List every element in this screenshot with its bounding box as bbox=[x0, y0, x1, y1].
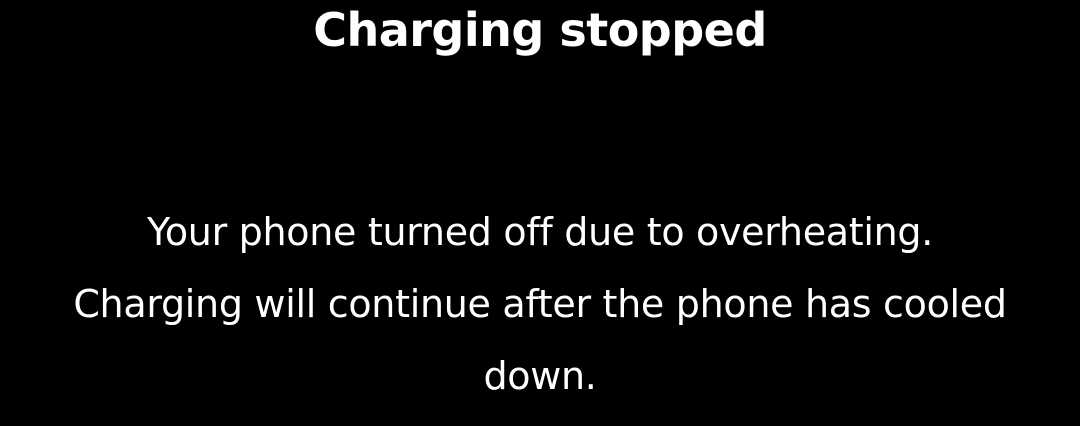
overheat-message: Your phone turned off due to overheating… bbox=[73, 210, 1007, 398]
charging-stopped-title: Charging stopped bbox=[313, 3, 767, 57]
overheat-charging-screen: Charging stopped Your phone turned off d… bbox=[0, 0, 1080, 426]
